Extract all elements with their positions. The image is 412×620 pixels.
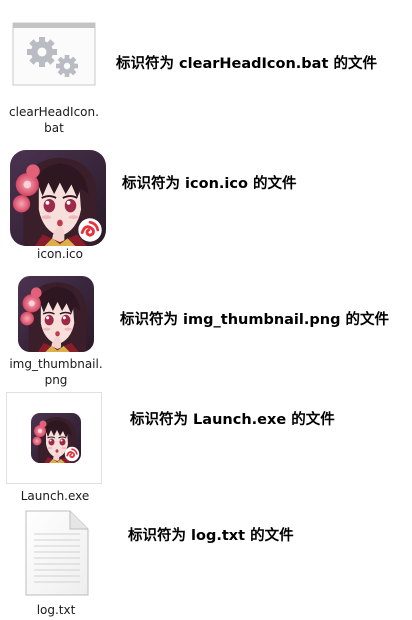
netease-badge-icon — [64, 446, 80, 462]
file-tile-img-thumbnail-png[interactable]: img_thumbnail. png — [6, 272, 106, 390]
anime-girl-app-icon — [10, 150, 106, 246]
batch-file-gears-icon — [12, 22, 96, 86]
file-name-line1: img_thumbnail. — [9, 357, 103, 371]
file-caption: 标识符为 log.txt 的文件 — [128, 528, 294, 544]
file-name-label: Launch.exe — [20, 489, 90, 503]
file-caption: 标识符为 clearHeadIcon.bat 的文件 — [116, 56, 377, 72]
file-name-line1: clearHeadIcon. — [9, 105, 99, 119]
file-caption: 标识符为 img_thumbnail.png 的文件 — [120, 312, 390, 328]
file-name-label: log.txt — [36, 603, 76, 617]
file-tile-log-txt[interactable]: log.txt — [6, 508, 106, 620]
file-name-label: img_thumbnail. png — [6, 356, 106, 388]
file-caption: 标识符为 Launch.exe 的文件 — [130, 412, 335, 428]
file-name-line2: bat — [44, 121, 64, 135]
file-name-line2: png — [44, 373, 68, 387]
file-name-label: clearHeadIcon. bat — [6, 104, 102, 136]
text-document-icon — [24, 510, 90, 596]
anime-girl-thumbnail-icon — [18, 276, 94, 352]
file-name-label: icon.ico — [37, 247, 83, 261]
file-tile-clearheadicon-bat[interactable]: clearHeadIcon. bat — [6, 16, 102, 138]
file-tile-icon-ico[interactable]: icon.ico — [6, 146, 112, 262]
file-caption: 标识符为 icon.ico 的文件 — [122, 176, 297, 192]
netease-badge-icon — [77, 217, 103, 243]
anime-girl-executable-icon — [6, 392, 102, 484]
file-tile-launch-exe[interactable]: Launch.exe — [6, 392, 104, 504]
